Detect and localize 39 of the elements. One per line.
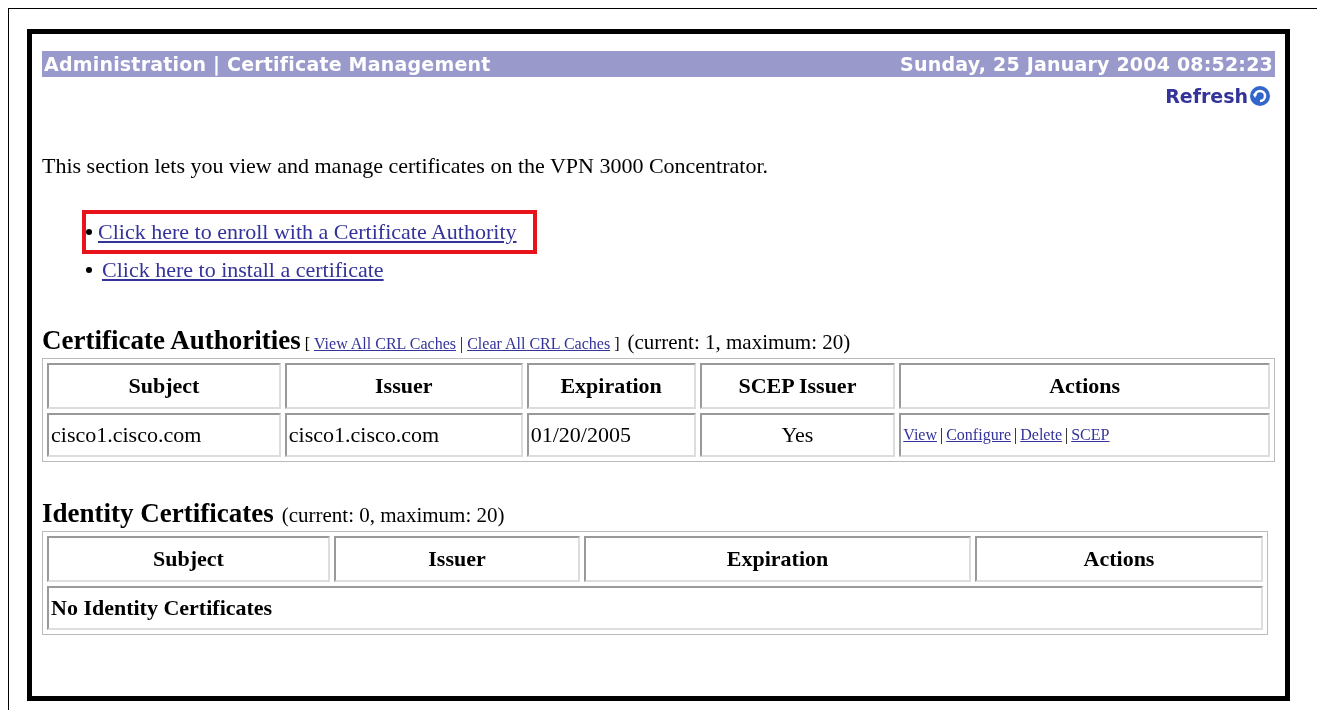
table-cell: 01/20/2005 — [526, 413, 696, 457]
bullet-icon — [86, 267, 92, 273]
link[interactable]: Configure — [946, 426, 1012, 444]
date-time: Sunday, 25 January 2004 08:52:23 — [900, 53, 1273, 75]
table-cell: cisco1.cisco.com — [47, 413, 281, 457]
separator: | — [460, 335, 464, 353]
link[interactable]: View All CRL Caches — [314, 335, 456, 353]
refresh-link[interactable]: Refresh — [1165, 85, 1248, 107]
column-header: Actions — [899, 363, 1270, 409]
column-header: Subject — [47, 536, 330, 582]
count-summary: (current: 1, maximum: 20) — [627, 330, 851, 355]
section-title: Certificate Authorities — [42, 325, 301, 356]
refresh-icon[interactable] — [1249, 85, 1271, 107]
table-cell: cisco1.cisco.com — [284, 413, 523, 457]
column-header: Issuer — [334, 536, 580, 582]
link[interactable]: Click here to enroll with a Certificate Authority — [98, 219, 517, 244]
page-title: Administration | Certificate Management — [44, 53, 491, 75]
separator: | — [1065, 426, 1069, 444]
bracket: [ — [304, 335, 310, 353]
column-header: Expiration — [526, 363, 696, 409]
count-summary: (current: 0, maximum: 20) — [281, 503, 505, 528]
bullet-icon — [86, 229, 92, 235]
separator: | — [1014, 426, 1018, 444]
column-header: Subject — [47, 363, 281, 409]
empty-message: No Identity Certificates — [47, 586, 1263, 630]
link[interactable]: Click here to install a certificate — [102, 257, 384, 282]
bracket: ] — [614, 335, 620, 353]
table-cell: Yes — [699, 413, 896, 457]
column-header: Actions — [975, 536, 1263, 582]
link[interactable]: View — [903, 426, 937, 444]
column-header: Issuer — [284, 363, 523, 409]
column-header: Expiration — [584, 536, 971, 582]
link[interactable]: Delete — [1020, 426, 1062, 444]
link[interactable]: SCEP — [1071, 426, 1110, 444]
link[interactable]: Clear All CRL Caches — [467, 335, 611, 353]
separator: | — [940, 426, 944, 444]
section-title: Identity Certificates — [42, 498, 274, 529]
intro-text: This section lets you view and manage certificates on the VPN 3000 Concentrator. — [42, 153, 770, 179]
column-header: SCEP Issuer — [699, 363, 896, 409]
